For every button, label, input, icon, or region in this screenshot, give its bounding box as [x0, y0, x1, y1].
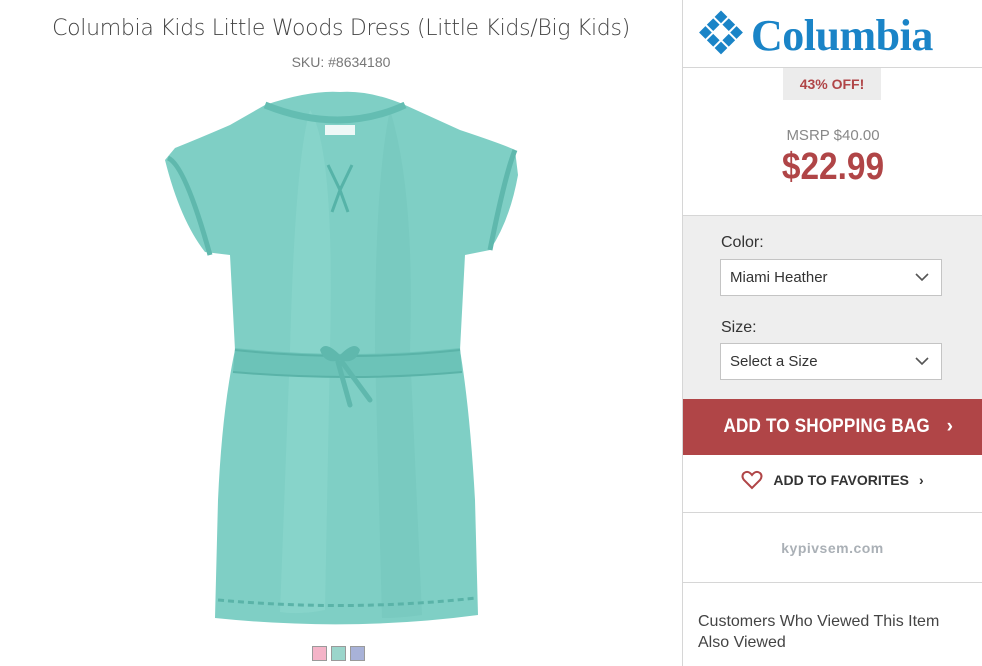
size-select[interactable]: Select a Size — [720, 343, 942, 380]
columbia-diamond-icon — [699, 10, 743, 55]
sale-price: $22.99 — [781, 146, 885, 188]
chevron-down-icon — [915, 273, 929, 282]
discount-badge: 43% OFF! — [783, 68, 881, 100]
add-to-bag-button[interactable]: ADD TO SHOPPING BAG › — [683, 399, 982, 455]
add-to-favorites-button[interactable]: ADD TO FAVORITES › — [741, 470, 924, 490]
color-label: Color: — [721, 234, 764, 251]
favorites-label: ADD TO FAVORITES — [773, 472, 909, 488]
brand-logo[interactable]: Columbia — [695, 6, 981, 64]
swatch-teal[interactable] — [331, 646, 346, 661]
teal-dress-image[interactable] — [160, 80, 530, 635]
options-panel: Color: Miami Heather Size: Select a Size — [683, 216, 982, 399]
watermark-text: kypivsem.com — [781, 540, 884, 556]
color-select[interactable]: Miami Heather — [720, 259, 942, 296]
divider — [683, 582, 982, 583]
purchase-panel: Columbia 43% OFF! MSRP $40.00 $22.99 Col… — [682, 0, 982, 666]
size-select-value: Select a Size — [730, 353, 818, 370]
product-sku: SKU: #8634180 — [291, 54, 391, 70]
size-label: Size: — [721, 319, 757, 336]
swatch-pink[interactable] — [312, 646, 327, 661]
heart-icon — [741, 470, 763, 490]
divider — [683, 512, 982, 513]
chevron-right-icon: › — [946, 416, 954, 437]
swatch-lavender[interactable] — [350, 646, 365, 661]
also-viewed-heading: Customers Who Viewed This Item Also View… — [698, 613, 940, 651]
color-swatches — [312, 646, 365, 661]
chevron-right-icon: › — [918, 472, 924, 488]
brand-name: Columbia — [751, 11, 933, 60]
product-panel: Columbia Kids Little Woods Dress (Little… — [0, 0, 682, 666]
product-title: Columbia Kids Little Woods Dress (Little… — [52, 16, 630, 41]
add-to-bag-label: ADD TO SHOPPING BAG — [723, 416, 930, 437]
color-select-value: Miami Heather — [730, 269, 828, 286]
favorites-row: ADD TO FAVORITES › — [683, 470, 982, 498]
chevron-down-icon — [915, 357, 929, 366]
msrp-price: MSRP $40.00 — [786, 127, 880, 144]
